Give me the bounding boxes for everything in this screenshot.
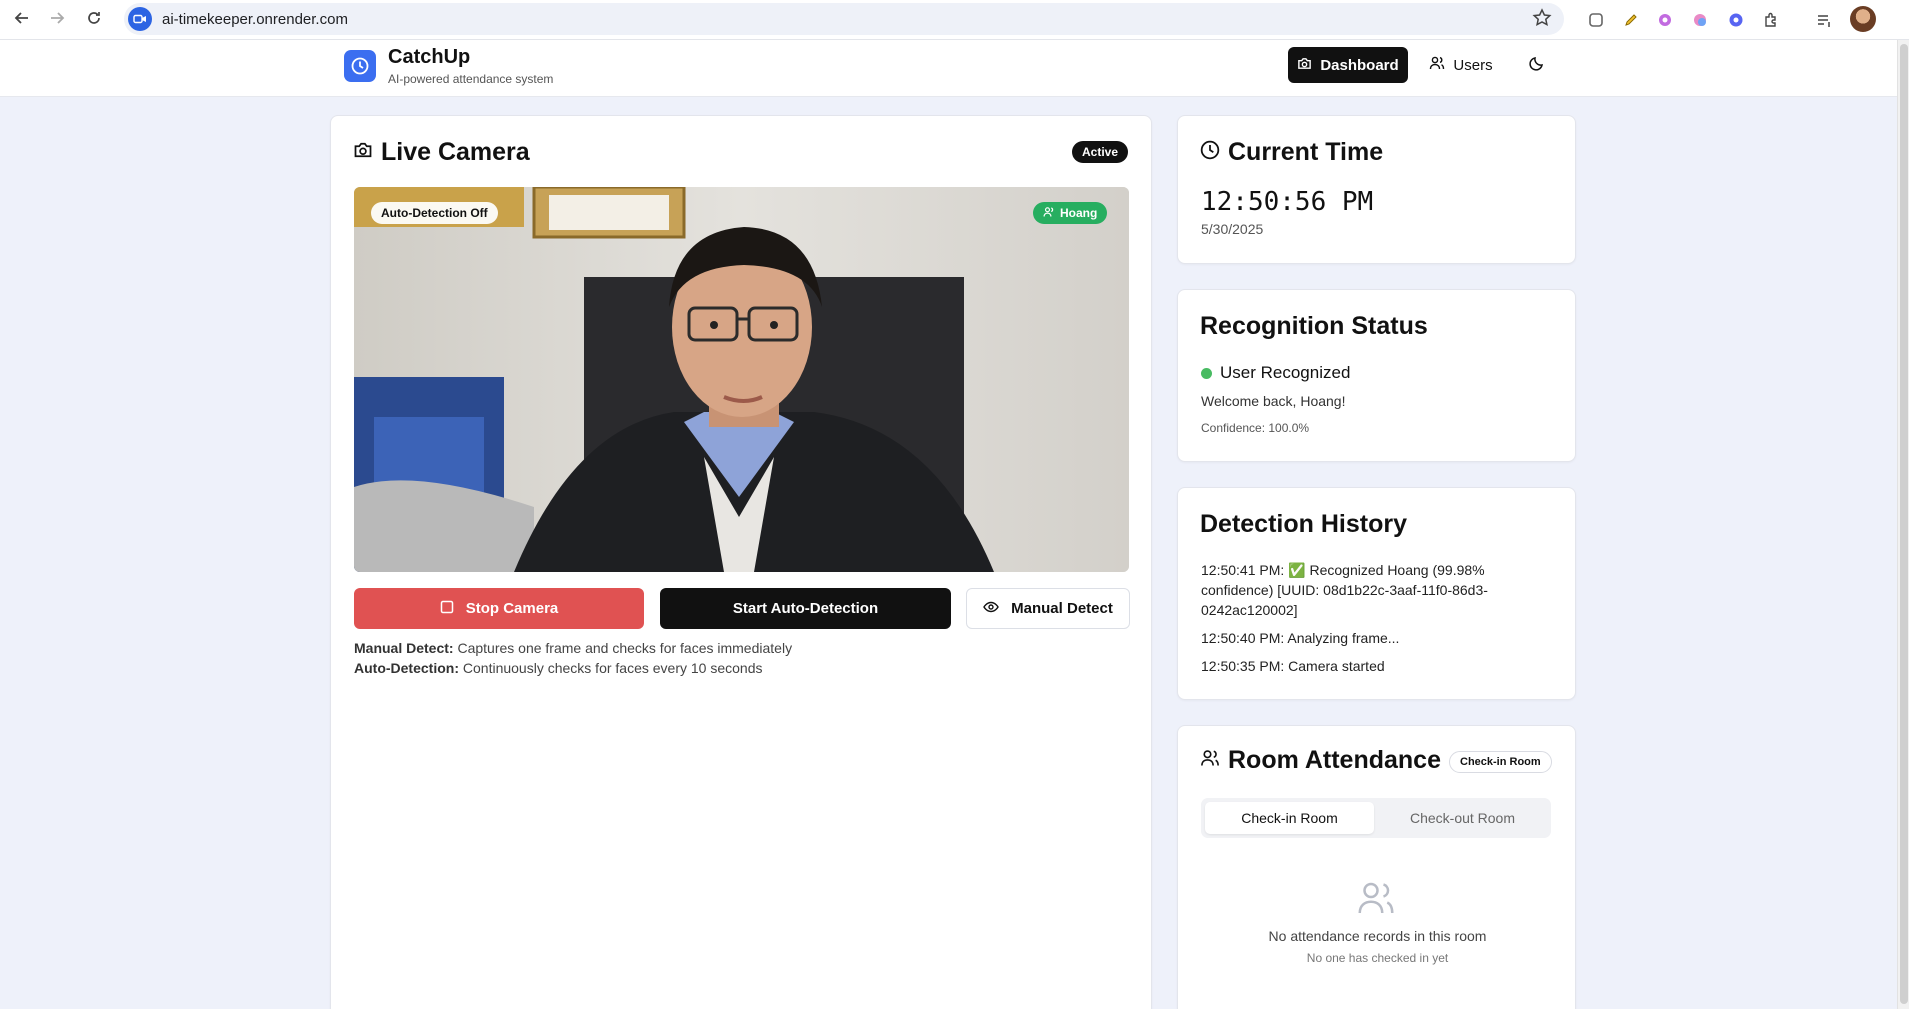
- status-dot-icon: [1201, 367, 1212, 379]
- history-item: 12:50:41 PM: ✅ Recognized Hoang (99.98% …: [1201, 562, 1488, 618]
- users-nav-label: Users: [1453, 56, 1493, 74]
- back-arrow-icon[interactable]: [12, 8, 32, 28]
- eye-icon: [983, 599, 999, 619]
- live-camera-heading: Live Camera: [353, 138, 530, 167]
- room-attendance-heading: Room Attendance: [1200, 746, 1441, 775]
- stop-camera-label: Stop Camera: [465, 600, 559, 617]
- live-camera-card: Live Camera Active Auto-Detection Off Ho…: [330, 115, 1152, 1009]
- room-attendance-card: Room Attendance Check-in Room Check-in R…: [1177, 725, 1576, 1009]
- reload-icon[interactable]: [84, 8, 104, 28]
- tab-check-in-room[interactable]: Check-in Room: [1205, 802, 1374, 834]
- confidence-text: Confidence: 100.0%: [1201, 421, 1310, 435]
- recognized-user-overlay-badge: Hoang: [1033, 202, 1108, 224]
- camera-status-badge: Active: [1072, 141, 1129, 163]
- camera-icon: [353, 138, 373, 167]
- users-icon: [1200, 746, 1220, 775]
- camera-video-feed: Auto-Detection Off Hoang: [354, 187, 1129, 572]
- recognition-status-row: User Recognized: [1201, 363, 1350, 383]
- recognition-status-title: Recognition Status: [1200, 312, 1428, 340]
- scrollbar-thumb[interactable]: [1900, 44, 1908, 1004]
- app-name: CatchUp: [388, 46, 471, 68]
- room-tabs: Check-in Room Check-out Room: [1201, 798, 1551, 838]
- manual-help-desc: Captures one frame and checks for faces …: [453, 640, 793, 656]
- empty-users-icon: [1354, 878, 1398, 923]
- room-attendance-title: Room Attendance: [1228, 746, 1441, 774]
- stop-camera-button[interactable]: Stop Camera: [354, 588, 644, 629]
- detection-help-text: Manual Detect: Captures one frame and ch…: [354, 638, 792, 678]
- manual-help-term: Manual Detect:: [354, 640, 454, 656]
- moon-icon: [1529, 55, 1545, 76]
- site-favicon-icon: [128, 7, 152, 31]
- detection-history-card: Detection History 12:50:41 PM: ✅ Recogni…: [1177, 487, 1576, 700]
- square-stop-icon: [440, 600, 454, 618]
- address-bar[interactable]: ai-timekeeper.onrender.com: [124, 3, 1564, 35]
- extension-gradient-icon[interactable]: [1689, 9, 1711, 31]
- current-time-title: Current Time: [1228, 138, 1384, 166]
- app-header: CatchUp AI-powered attendance system Das…: [0, 40, 1897, 97]
- auto-help-desc: Continuously checks for faces every 10 s…: [459, 660, 763, 676]
- clock-logo-icon: [344, 50, 376, 82]
- users-icon: [1429, 55, 1445, 75]
- live-camera-title: Live Camera: [381, 138, 530, 166]
- current-time-heading: Current Time: [1200, 138, 1383, 167]
- recognition-status-card: Recognition Status User Recognized Welco…: [1177, 289, 1576, 462]
- manual-detect-button[interactable]: Manual Detect: [966, 588, 1130, 629]
- browser-toolbar: ai-timekeeper.onrender.com: [0, 0, 1909, 40]
- profile-avatar[interactable]: [1850, 6, 1876, 32]
- extension-swirl-icon[interactable]: [1654, 9, 1676, 31]
- start-auto-detection-label: Start Auto-Detection: [732, 600, 879, 617]
- page-scrollbar[interactable]: [1897, 40, 1909, 1009]
- clock-date: 5/30/2025: [1201, 221, 1264, 237]
- extension-1-icon[interactable]: [1585, 9, 1607, 31]
- start-auto-detection-button[interactable]: Start Auto-Detection: [660, 588, 951, 629]
- users-nav-button[interactable]: Users: [1420, 47, 1502, 83]
- auto-help-term: Auto-Detection:: [354, 660, 459, 676]
- history-item: 12:50:40 PM: Analyzing frame...: [1201, 630, 1400, 646]
- history-item: 12:50:35 PM: Camera started: [1201, 658, 1385, 674]
- detection-history-title: Detection History: [1200, 510, 1407, 538]
- clock-icon: [1200, 138, 1220, 167]
- theme-toggle-button[interactable]: [1522, 50, 1552, 80]
- auto-detection-overlay-badge: Auto-Detection Off: [371, 202, 498, 224]
- dashboard-nav-label: Dashboard: [1320, 56, 1399, 74]
- bookmark-star-icon[interactable]: [1532, 8, 1552, 33]
- room-type-badge: Check-in Room: [1449, 751, 1552, 773]
- dashboard-nav-button[interactable]: Dashboard: [1288, 47, 1408, 83]
- user-icon: [1043, 206, 1055, 221]
- welcome-message: Welcome back, Hoang!: [1201, 393, 1346, 409]
- extension-gear-icon[interactable]: [1725, 9, 1747, 31]
- recognition-status-text: User Recognized: [1220, 363, 1351, 382]
- url-text: ai-timekeeper.onrender.com: [162, 10, 348, 28]
- empty-state-subtitle: No one has checked in yet: [1306, 951, 1449, 965]
- tab-check-out-room[interactable]: Check-out Room: [1378, 802, 1547, 834]
- camera-frame-illustration: [354, 187, 1129, 572]
- recognized-user-name: Hoang: [1060, 206, 1098, 220]
- app-tagline: AI-powered attendance system: [388, 72, 554, 86]
- current-time-card: Current Time 12:50:56 PM 5/30/2025: [1177, 115, 1576, 264]
- camera-icon: [1297, 56, 1312, 75]
- forward-arrow-icon[interactable]: [47, 8, 67, 28]
- extensions-puzzle-icon[interactable]: [1760, 9, 1782, 31]
- clock-time: 12:50:56 PM: [1201, 187, 1374, 217]
- manual-detect-label: Manual Detect: [1011, 600, 1113, 617]
- extension-highlighter-icon[interactable]: [1620, 9, 1642, 31]
- detection-history-list: 12:50:41 PM: ✅ Recognized Hoang (99.98% …: [1201, 560, 1556, 684]
- reading-list-icon[interactable]: [1813, 9, 1835, 31]
- empty-state-title: No attendance records in this room: [1268, 928, 1487, 944]
